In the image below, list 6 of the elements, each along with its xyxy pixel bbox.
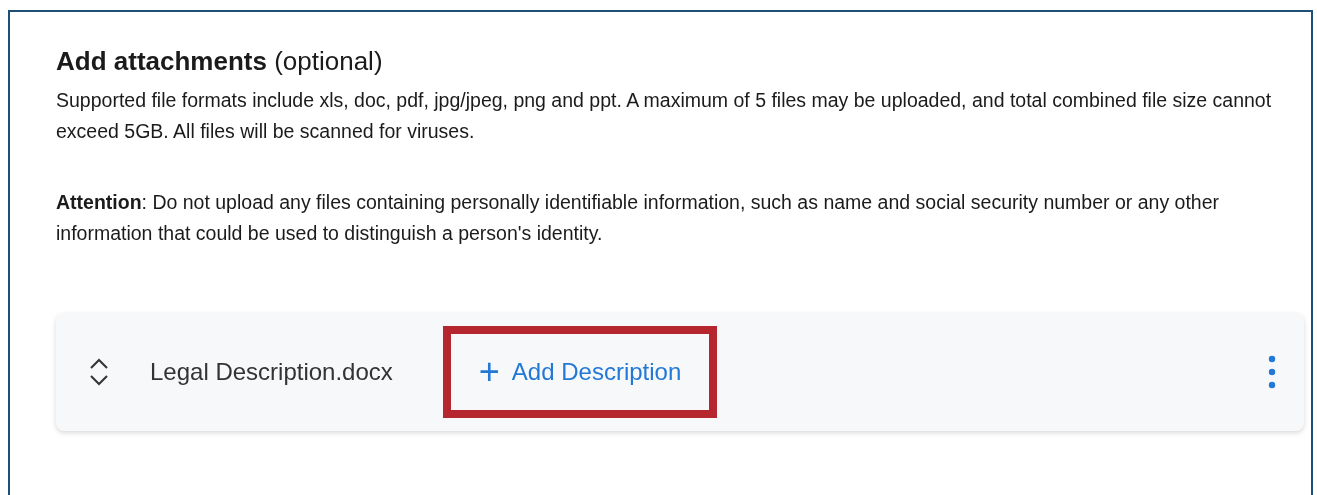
formats-description: Supported file formats include xls, doc, pdf, jpg/jpeg, png and ppt. A maximum of 5 files may be uploaded, and total combined file size cannot exceed 5GB. All files will be scanned for viruses. bbox=[56, 88, 1273, 144]
add-description-button[interactable]: + Add Description bbox=[442, 326, 718, 418]
attention-notice: Attention: Do not upload any files containing personally identifiable information, such as name and social security number or any other information that could be used to distinguish a person's identity. bbox=[56, 190, 1220, 246]
file-name: Legal Description.docx bbox=[150, 358, 393, 386]
more-options-icon[interactable] bbox=[1268, 355, 1276, 389]
section-title: Add attachments (optional) bbox=[56, 46, 384, 77]
